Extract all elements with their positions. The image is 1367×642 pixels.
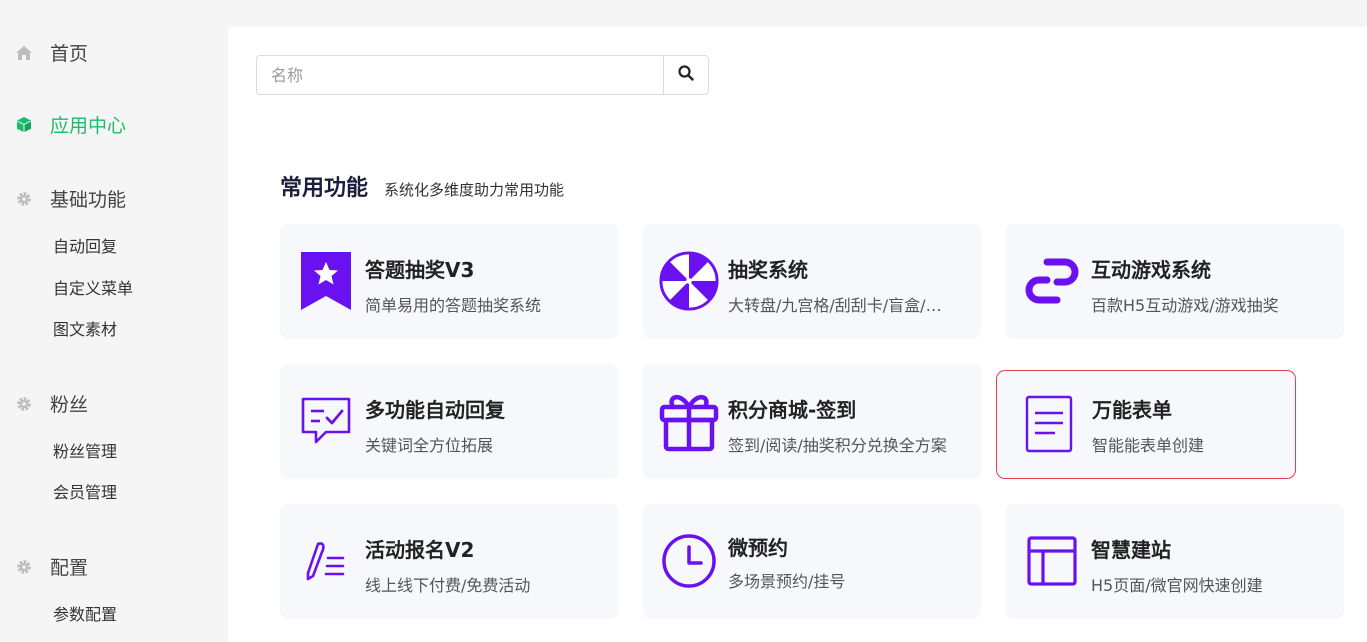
nav-home-label: 首页 (50, 43, 89, 65)
card-desc: 线上线下付费/免费活动 (365, 576, 531, 595)
card-points-mall[interactable]: 积分商城-签到 签到/阅读/抽奖积分兑换全方案 (643, 364, 981, 479)
card-smart-site[interactable]: 智慧建站 H5页面/微官网快速创建 (1006, 504, 1344, 619)
card-title: 活动报名V2 (365, 538, 475, 562)
layout-icon (1022, 531, 1082, 591)
sidebar: 首页 应用中心 基础功能 自动回复 自定义菜单 图文素材 粉丝 粉丝管理 会员管… (0, 0, 228, 642)
form-icon (1019, 394, 1079, 454)
nav-app-center-label: 应用中心 (50, 115, 127, 137)
gear-icon (14, 557, 34, 577)
nav-config[interactable]: 配置 (14, 553, 88, 580)
card-title: 积分商城-签到 (728, 398, 857, 422)
search-input[interactable] (257, 56, 663, 94)
card-desc: 简单易用的答题抽奖系统 (365, 296, 542, 315)
nav-auto-reply[interactable]: 自动回复 (53, 233, 117, 257)
search-bar (256, 55, 709, 95)
nav-member-manage[interactable]: 会员管理 (53, 479, 117, 503)
main-panel: 常用功能 系统化多维度助力常用功能 答题抽奖V3 简单易用的答题抽奖系统 抽奖系… (228, 27, 1367, 642)
nav-media[interactable]: 图文素材 (53, 316, 117, 340)
card-quiz-lottery[interactable]: 答题抽奖V3 简单易用的答题抽奖系统 (280, 224, 618, 339)
card-event-signup[interactable]: 活动报名V2 线上线下付费/免费活动 (280, 504, 618, 619)
card-title: 互动游戏系统 (1091, 258, 1211, 282)
nav-fans[interactable]: 粉丝 (14, 390, 88, 417)
link-icon (1022, 251, 1082, 311)
gear-icon (14, 189, 34, 209)
nav-fans-label: 粉丝 (50, 394, 89, 416)
card-appointment[interactable]: 微预约 多场景预约/挂号 (643, 504, 981, 619)
nav-basic-label: 基础功能 (50, 189, 127, 211)
card-lottery-system[interactable]: 抽奖系统 大转盘/九宫格/刮刮卡/盲盒/… (643, 224, 981, 339)
card-title: 微预约 (728, 536, 788, 560)
cube-icon (14, 115, 34, 135)
nav-custom-menu[interactable]: 自定义菜单 (53, 275, 133, 299)
home-icon (14, 43, 34, 63)
card-title: 抽奖系统 (728, 258, 808, 282)
section-title: 常用功能 (280, 176, 369, 201)
nav-fans-manage[interactable]: 粉丝管理 (53, 438, 117, 462)
section-header: 常用功能 系统化多维度助力常用功能 (280, 170, 564, 202)
search-button[interactable] (663, 56, 708, 94)
card-desc: 关键词全方位拓展 (365, 436, 494, 455)
gift-icon (659, 391, 719, 452)
card-universal-form[interactable]: 万能表单 智能能表单创建 (996, 370, 1296, 479)
pen-list-icon (296, 531, 356, 591)
card-title: 答题抽奖V3 (365, 258, 475, 282)
card-desc: 大转盘/九宫格/刮刮卡/盲盒/… (728, 296, 942, 315)
gear-icon (14, 394, 34, 414)
card-title: 万能表单 (1092, 398, 1172, 422)
chat-check-icon (296, 391, 356, 451)
bookmark-star-icon (296, 251, 356, 311)
card-desc: H5页面/微官网快速创建 (1091, 576, 1263, 595)
nav-home[interactable]: 首页 (14, 39, 88, 66)
nav-basic[interactable]: 基础功能 (14, 185, 126, 212)
nav-app-center[interactable]: 应用中心 (14, 111, 126, 138)
search-icon (678, 65, 694, 85)
card-title: 多功能自动回复 (365, 398, 505, 422)
card-interactive-game[interactable]: 互动游戏系统 百款H5互动游戏/游戏抽奖 (1006, 224, 1344, 339)
card-desc: 百款H5互动游戏/游戏抽奖 (1091, 296, 1279, 315)
clock-icon (659, 531, 719, 591)
nav-param-config[interactable]: 参数配置 (53, 601, 117, 625)
card-desc: 智能能表单创建 (1092, 436, 1205, 455)
card-desc: 签到/阅读/抽奖积分兑换全方案 (728, 436, 947, 455)
nav-config-label: 配置 (50, 557, 89, 579)
wheel-icon (659, 251, 719, 311)
card-desc: 多场景预约/挂号 (728, 572, 846, 591)
card-title: 智慧建站 (1091, 538, 1171, 562)
section-subtitle: 系统化多维度助力常用功能 (384, 181, 565, 199)
card-multi-auto-reply[interactable]: 多功能自动回复 关键词全方位拓展 (280, 364, 618, 479)
